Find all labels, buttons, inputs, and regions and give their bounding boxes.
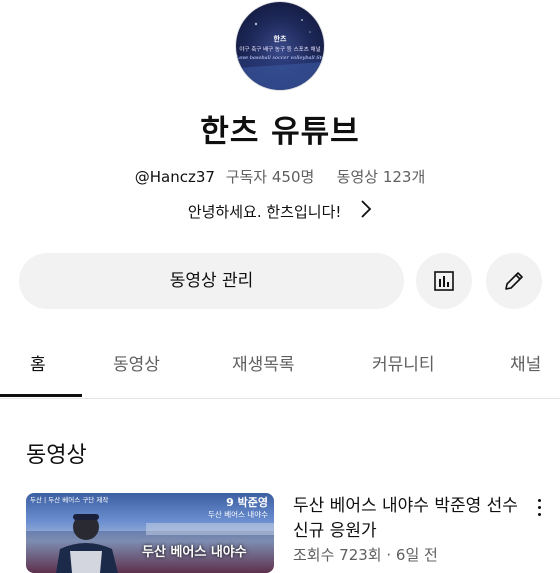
section-title: 동영상	[26, 443, 87, 468]
more-vert-icon[interactable]	[530, 496, 550, 520]
avatar-subtitle-text: 야구 축구 배구 농구 등 스포츠 채널	[239, 47, 321, 53]
meta-separator	[323, 168, 328, 186]
video-count: 동영상 123개	[336, 168, 426, 186]
thumbnail-number: 9 박준영	[226, 496, 268, 509]
channel-handle: @Hancz37	[134, 168, 215, 186]
analytics-icon	[434, 271, 454, 291]
video-title[interactable]: 두산 베어스 내야수 박준영 선수 신규 응원가	[293, 494, 519, 544]
more-dot	[538, 506, 541, 509]
thumbnail-banner: 두산 베어스 내야수	[142, 545, 247, 560]
video-meta: 조회수 723회 · 6일 전	[293, 546, 438, 564]
channel-meta: @Hancz37 구독자 450명 동영상 123개	[0, 166, 560, 187]
analytics-button[interactable]	[416, 253, 472, 309]
chevron-right-icon	[360, 200, 372, 222]
more-dot	[538, 513, 541, 516]
subscriber-count: 구독자 450명	[225, 168, 315, 186]
tab-community[interactable]: 커뮤니티	[372, 350, 435, 375]
edit-channel-button[interactable]	[486, 253, 542, 309]
avatar-name-text: 한츠	[273, 35, 287, 43]
more-dot	[538, 499, 541, 502]
tab-playlists[interactable]: 재생목록	[232, 350, 295, 375]
thumbnail-subtitle: 두산 베어스 내야수	[208, 510, 268, 519]
thumbnail-caption: 두산 | 두산 베어스 구단 제작	[30, 496, 109, 504]
channel-tabs: 홈 동영상 재생목록 커뮤니티 채널	[0, 328, 560, 399]
channel-about-text: 안녕하세요. 한츠입니다!	[187, 203, 342, 221]
video-thumbnail[interactable]: 두산 | 두산 베어스 구단 제작 9 박준영 두산 베어스 내야수 두산 베어…	[26, 493, 274, 573]
channel-avatar[interactable]: 한츠 야구 축구 배구 농구 등 스포츠 채널 Love baseball so…	[236, 2, 324, 90]
tab-channels[interactable]: 채널	[510, 350, 541, 375]
avatar-script-text: Love baseball soccer volleyball Story	[236, 55, 324, 61]
tab-home[interactable]: 홈	[30, 350, 46, 375]
pencil-icon	[505, 272, 523, 290]
tab-videos[interactable]: 동영상	[113, 350, 160, 375]
channel-about-row[interactable]: 안녕하세요. 한츠입니다!	[0, 200, 560, 222]
active-tab-indicator	[0, 394, 82, 397]
manage-videos-button[interactable]: 동영상 관리	[19, 253, 404, 309]
channel-title: 한츠 유튜브	[200, 114, 360, 150]
